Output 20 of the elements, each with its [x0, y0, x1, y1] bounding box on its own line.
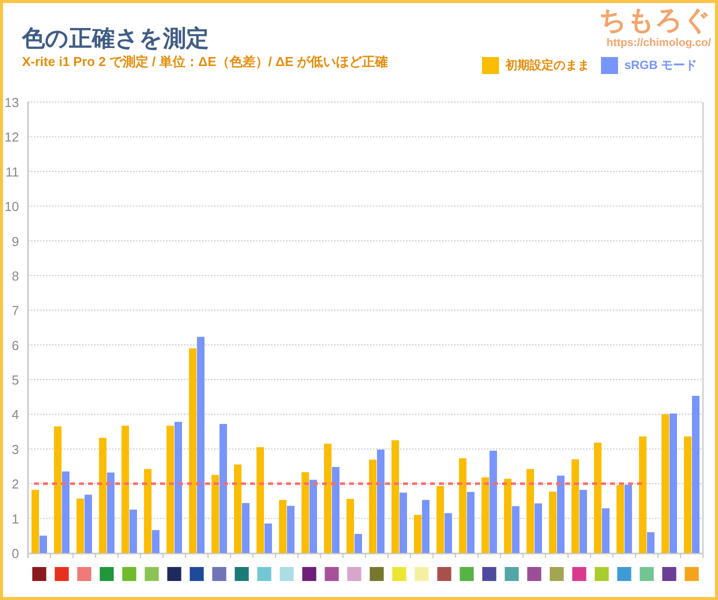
axis-tick-label: 0: [12, 546, 19, 561]
legend-label: 初期設定のまま: [505, 57, 590, 74]
chart-title: 色の正確さを測定: [22, 24, 210, 53]
legend-label: sRGB モード: [624, 57, 697, 74]
chart-subtitle: X-rite i1 Pro 2 で測定 / 単位：ΔE（色差）/ ΔE が低いほど正確: [22, 53, 388, 71]
axis-tick-label: 12: [4, 130, 19, 145]
axis-tick-label: 10: [4, 199, 19, 214]
axis-tick-label: 1: [12, 511, 19, 526]
axis-tick-label: 4: [12, 407, 19, 422]
axis-tick-label: 5: [12, 372, 19, 388]
site-logo: ちもろぐ: [599, 4, 711, 36]
axis-tick-label: 2: [12, 476, 19, 492]
axis-tick-label: 11: [6, 164, 19, 180]
axis-tick-label: 7: [12, 303, 19, 318]
axis-tick-label: 8: [12, 268, 19, 284]
axis-tick-label: 9: [12, 234, 19, 249]
axis-tick-label: 6: [12, 338, 19, 353]
axis-tick-label: 3: [12, 442, 19, 457]
site-url: https://chimolog.co/: [606, 36, 711, 50]
axis-tick-label: 13: [4, 95, 19, 110]
